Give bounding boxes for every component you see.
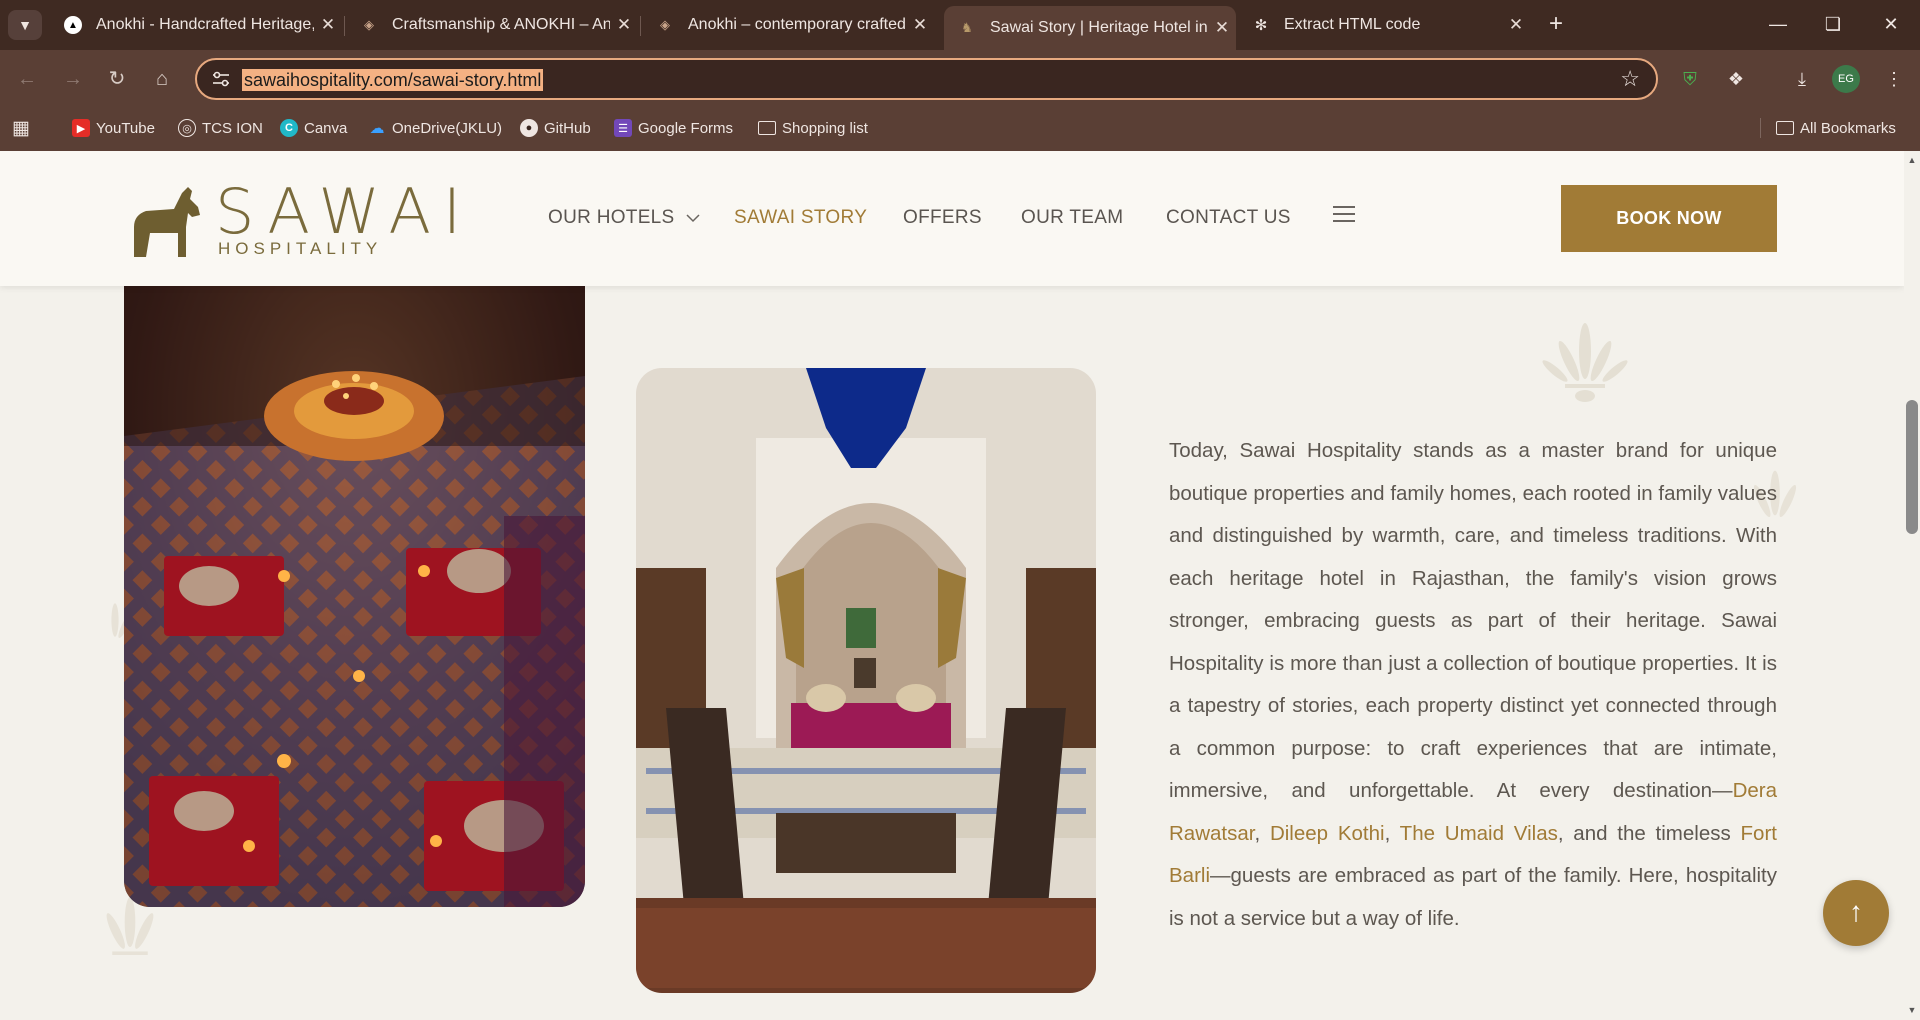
more-menu-icon[interactable]: ⋮	[1880, 65, 1908, 93]
tab-anokhi-1[interactable]: ▲ Anokhi - Handcrafted Heritage, ✕	[50, 8, 342, 42]
anokhi-icon: ▲	[64, 16, 82, 34]
bookmark-youtube[interactable]: ▶ YouTube	[72, 114, 155, 142]
bookmark-label: Shopping list	[782, 119, 868, 137]
story-text: Today, Sawai Hospitality stands as a mas…	[1169, 439, 1777, 802]
nav-contact-us[interactable]: CONTACT US	[1166, 207, 1291, 229]
github-icon: ●	[520, 119, 538, 137]
forms-icon: ☰	[614, 119, 632, 137]
onedrive-icon: ☁	[369, 120, 385, 137]
book-now-button[interactable]: BOOK NOW	[1561, 185, 1777, 252]
bookmark-github[interactable]: ● GitHub	[520, 114, 591, 142]
nav-offers[interactable]: OFFERS	[903, 207, 982, 229]
chatgpt-icon: ✻	[1254, 17, 1268, 34]
bookmark-star-icon[interactable]: ☆	[1620, 66, 1640, 92]
story-text: —guests are embraced as part of the fami…	[1169, 864, 1777, 930]
site-favicon-icon: ◈	[660, 17, 670, 32]
scrollbar-thumb[interactable]	[1906, 400, 1918, 534]
arched-sitting-room-photo	[636, 368, 1096, 993]
profile-avatar[interactable]: EG	[1832, 65, 1860, 93]
story-separator: ,	[1254, 821, 1270, 845]
arrow-up-icon: ↑	[1849, 896, 1863, 927]
close-tab-icon[interactable]: ✕	[314, 15, 342, 35]
story-separator: ,	[1384, 821, 1400, 845]
site-favicon-icon: ◈	[364, 17, 374, 32]
reload-button[interactable]: ↻	[100, 62, 134, 96]
address-bar[interactable]: sawaihospitality.com/sawai-story.html ☆	[195, 58, 1658, 100]
home-button[interactable]: ⌂	[145, 62, 179, 96]
bookmark-tcs-ion[interactable]: ◎ TCS ION	[178, 114, 263, 142]
canva-icon: C	[280, 119, 298, 137]
bookmark-label: Canva	[304, 119, 348, 137]
youtube-icon: ▶	[72, 119, 90, 137]
close-tab-icon[interactable]: ✕	[610, 15, 638, 35]
tab-sawai-story[interactable]: ♞ Sawai Story | Heritage Hotel in R ✕	[944, 6, 1236, 50]
nav-sawai-story[interactable]: SAWAI STORY	[734, 207, 867, 229]
extensions-puzzle-icon[interactable]: ❖	[1722, 65, 1750, 93]
all-bookmarks-label: All Bookmarks	[1800, 119, 1896, 137]
close-tab-icon[interactable]: ✕	[1208, 18, 1236, 38]
hamburger-menu-icon[interactable]	[1333, 206, 1355, 224]
tab-anokhi-3[interactable]: ◈ Anokhi – contemporary crafted ✕	[642, 8, 934, 42]
bookmarks-divider	[1760, 118, 1761, 138]
close-window-button[interactable]: ✕	[1866, 6, 1916, 42]
url-text[interactable]: sawaihospitality.com/sawai-story.html	[242, 69, 544, 91]
story-text: , and the timeless	[1557, 821, 1741, 845]
tab-anokhi-2[interactable]: ◈ Craftsmanship & ANOKHI – Anokhi ✕	[346, 8, 638, 42]
close-tab-icon[interactable]: ✕	[1502, 15, 1530, 35]
sawai-story-paragraph: Today, Sawai Hospitality stands as a mas…	[1169, 430, 1777, 940]
folder-icon	[758, 121, 776, 135]
webpage-viewport: Today, Sawai Hospitality stands as a mas…	[0, 151, 1904, 1020]
tab-title: Extract HTML code	[1284, 16, 1421, 33]
link-dileep-kothi[interactable]: Dileep Kothi	[1270, 822, 1385, 845]
bookmark-label: TCS ION	[202, 119, 263, 137]
nav-our-hotels[interactable]: OUR HOTELS	[548, 207, 700, 229]
all-bookmarks-button[interactable]: All Bookmarks	[1776, 114, 1896, 142]
chevron-down-icon: ▼	[18, 17, 32, 33]
horse-logo-icon	[134, 187, 200, 257]
tab-title: Anokhi - Handcrafted Heritage,	[96, 16, 314, 33]
bookmark-label: OneDrive(JKLU)	[392, 119, 503, 137]
bookmark-canva[interactable]: C Canva	[280, 114, 347, 142]
bookmark-label: GitHub	[544, 119, 591, 137]
tab-divider	[640, 16, 641, 36]
bookmark-label: YouTube	[96, 119, 155, 137]
shield-extension-icon[interactable]: ⛨	[1676, 65, 1704, 93]
page-scrollbar[interactable]	[1904, 151, 1920, 1020]
logo-subtitle: HOSPITALITY	[218, 239, 383, 258]
download-icon[interactable]: ⤓	[1788, 65, 1816, 93]
apps-grid-icon[interactable]: ▦	[12, 114, 30, 142]
new-tab-button[interactable]: +	[1541, 10, 1571, 40]
scroll-to-top-button[interactable]: ↑	[1823, 880, 1889, 946]
site-header: SAWAI HOSPITALITY OUR HOTELS SAWAI STORY…	[0, 151, 1904, 286]
dining-courtyard-photo	[124, 286, 585, 907]
link-the-umaid-vilas[interactable]: The Umaid Vilas	[1400, 822, 1558, 845]
tab-extract-html[interactable]: ✻ Extract HTML code ✕	[1238, 8, 1530, 42]
site-settings-icon[interactable]	[211, 70, 231, 88]
horse-icon: ♞	[961, 20, 973, 35]
bookmark-google-forms[interactable]: ☰ Google Forms	[614, 114, 733, 142]
scroll-up-arrow-icon[interactable]: ▲	[1906, 155, 1918, 165]
restore-button[interactable]: ❏	[1808, 6, 1858, 42]
sawai-logo[interactable]: SAWAI HOSPITALITY	[130, 181, 461, 261]
scroll-down-arrow-icon[interactable]: ▼	[1906, 1005, 1918, 1015]
forward-button[interactable]: →	[56, 62, 90, 96]
tab-title: Sawai Story | Heritage Hotel in R	[990, 19, 1208, 36]
bookmark-shopping-list[interactable]: Shopping list	[758, 114, 868, 142]
tab-search-button[interactable]: ▼	[8, 10, 42, 40]
logo-wordmark: SAWAI	[215, 175, 474, 248]
folder-icon	[1776, 121, 1794, 135]
tcs-icon: ◎	[178, 119, 196, 137]
nav-our-team[interactable]: OUR TEAM	[1021, 207, 1123, 229]
chevron-down-icon	[686, 214, 700, 223]
tab-title: Anokhi – contemporary crafted	[688, 16, 906, 33]
minimize-button[interactable]: —	[1753, 6, 1803, 42]
close-tab-icon[interactable]: ✕	[906, 15, 934, 35]
tab-title: Craftsmanship & ANOKHI – Anokhi	[392, 16, 610, 33]
bookmark-onedrive[interactable]: ☁ OneDrive(JKLU)	[368, 114, 503, 142]
floral-ornament-icon	[1542, 323, 1628, 402]
tab-divider	[344, 16, 345, 36]
bookmark-label: Google Forms	[638, 119, 734, 137]
back-button[interactable]: ←	[10, 62, 44, 96]
nav-label: OUR HOTELS	[548, 207, 675, 228]
